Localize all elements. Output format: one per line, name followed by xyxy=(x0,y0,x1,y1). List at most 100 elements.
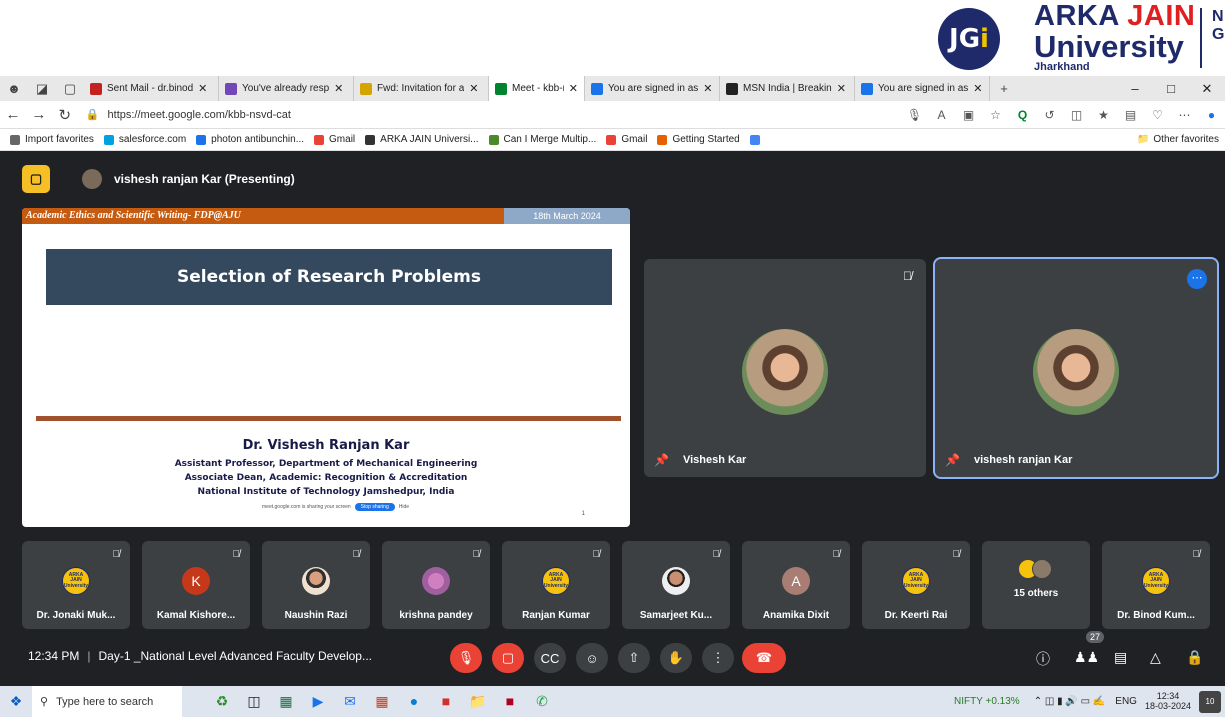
favorite-item[interactable]: Gmail xyxy=(606,134,647,145)
edge-icon[interactable]: ● xyxy=(398,693,430,710)
participant-tile-vishesh-kar[interactable]: 🎙̸ 📌 Vishesh Kar xyxy=(644,259,926,477)
tray-icons[interactable]: ⌃ ◫ ▮ 🔊 ▭ ✍ xyxy=(1034,696,1106,707)
more-icon[interactable]: ⋯ xyxy=(1171,108,1198,122)
participant-tile[interactable]: 🎙̸ ARKA JAIN University Dr. Jonaki Muk... xyxy=(22,541,130,629)
tab-close-icon[interactable]: ✕ xyxy=(703,82,712,95)
participant-tile[interactable]: 🎙̸ ARKA JAIN University Dr. Binod Kum... xyxy=(1102,541,1210,629)
participant-tile[interactable]: 🎙̸ krishna pandey xyxy=(382,541,490,629)
browser-tab[interactable]: Sent Mail - dr.binod ✕ xyxy=(84,76,219,101)
task-view-icon[interactable]: ◫ xyxy=(238,693,270,710)
presentation-icon[interactable]: ▢ xyxy=(22,165,50,193)
activities-icon[interactable]: △ xyxy=(1150,649,1161,666)
minimize-icon[interactable]: – xyxy=(1117,81,1153,97)
language-indicator[interactable]: ENG xyxy=(1115,696,1137,707)
url-field[interactable]: 🔒 https://meet.google.com/kbb-nsvd-cat xyxy=(86,104,901,126)
close-icon[interactable]: ✕ xyxy=(1189,81,1225,97)
browser-tab[interactable]: MSN India | Breakin ✕ xyxy=(720,76,855,101)
participant-tile[interactable]: 🎙̸ Naushin Razi xyxy=(262,541,370,629)
collections-icon[interactable]: ▤ xyxy=(1117,108,1144,122)
forward-icon[interactable]: → xyxy=(26,106,52,123)
raise-hand-button[interactable]: ✋ xyxy=(660,643,692,673)
notification-center-icon[interactable]: 10 xyxy=(1199,690,1221,713)
split-screen-icon[interactable]: ◫ xyxy=(1063,108,1090,122)
read-aloud-icon[interactable]: A xyxy=(928,108,955,122)
browser-tab[interactable]: You are signed in as ✕ xyxy=(855,76,990,101)
more-options-icon[interactable]: ⋯ xyxy=(1187,269,1207,289)
mic-toggle-button[interactable]: 🎙 xyxy=(450,643,482,673)
emoji-button[interactable]: ☺ xyxy=(576,643,608,673)
mail-icon[interactable]: ✉ xyxy=(334,693,366,710)
back-icon[interactable]: ← xyxy=(0,106,26,123)
media-icon[interactable]: ■ xyxy=(494,693,526,710)
refresh-extension-icon[interactable]: ↺ xyxy=(1036,108,1063,122)
whatsapp-icon[interactable]: ✆ xyxy=(526,693,558,710)
clock[interactable]: 12:34 18-03-2024 xyxy=(1145,691,1191,712)
acrobat-icon[interactable]: ■ xyxy=(430,693,462,710)
participant-tile[interactable]: 🎙̸ Samarjeet Ku... xyxy=(622,541,730,629)
browser-tab[interactable]: You've already resp ✕ xyxy=(219,76,354,101)
chat-icon[interactable]: ▤ xyxy=(1114,649,1127,666)
star-icon[interactable]: ☆ xyxy=(982,108,1009,122)
participant-tile[interactable]: 🎙̸ A Anamika Dixit xyxy=(742,541,850,629)
recycle-icon[interactable]: ♻ xyxy=(206,693,238,710)
favorite-item[interactable]: Getting Started xyxy=(657,134,740,145)
microphone-icon[interactable]: 🎙 xyxy=(901,108,928,122)
browser-tab[interactable]: Meet - kbb-ns ✕ xyxy=(489,76,585,101)
workspaces-icon[interactable]: ◪ xyxy=(28,81,56,97)
present-button[interactable]: ⇧ xyxy=(618,643,650,673)
favorite-item[interactable]: ARKA JAIN Universi... xyxy=(365,134,479,145)
participant-avatar xyxy=(422,567,450,595)
profile-icon[interactable]: ☻ xyxy=(0,81,28,96)
more-options-button[interactable]: ⋮ xyxy=(702,643,734,673)
powerpoint-icon[interactable]: ▦ xyxy=(366,693,398,710)
favorite-item[interactable] xyxy=(749,134,765,145)
browser-tab[interactable]: You are signed in as ✕ xyxy=(585,76,720,101)
tab-close-icon[interactable]: ✕ xyxy=(837,82,846,95)
hd-icon[interactable]: ▣ xyxy=(955,108,982,122)
excel-icon[interactable]: ▦ xyxy=(270,693,302,710)
participant-tile[interactable]: 🎙̸ ARKA JAIN University Dr. Keerti Rai xyxy=(862,541,970,629)
file-explorer-icon[interactable]: 📁 xyxy=(462,693,494,710)
taskbar-search[interactable]: ⚲ Type here to search xyxy=(32,686,182,717)
leave-call-button[interactable]: ☎ xyxy=(742,643,786,673)
tab-close-icon[interactable]: ✕ xyxy=(469,82,478,95)
tab-close-icon[interactable]: ✕ xyxy=(973,82,982,95)
favorites-icon[interactable]: ★ xyxy=(1090,108,1117,122)
windows-start-icon[interactable]: ❖ xyxy=(0,693,32,710)
tab-close-icon[interactable]: ✕ xyxy=(569,82,578,95)
maximize-icon[interactable]: □ xyxy=(1153,81,1189,97)
info-icon[interactable]: ⓘ xyxy=(1036,649,1050,669)
heart-icon[interactable]: ♡ xyxy=(1144,108,1171,122)
other-favorites[interactable]: 📁 Other favorites xyxy=(1137,134,1219,145)
participant-tile[interactable]: 🎙̸ ARKA JAIN University Ranjan Kumar xyxy=(502,541,610,629)
participant-name: Kamal Kishore... xyxy=(156,610,236,621)
extension-q-icon[interactable]: Q xyxy=(1009,108,1036,122)
favorite-item[interactable]: salesforce.com xyxy=(103,134,186,145)
refresh-icon[interactable]: ↻ xyxy=(52,106,78,124)
pin-icon[interactable]: 📌 xyxy=(945,453,960,467)
mic-off-icon: 🎙̸ xyxy=(232,549,241,560)
favorite-item[interactable]: Gmail xyxy=(314,134,355,145)
favorite-item[interactable]: photon antibunchin... xyxy=(196,134,304,145)
browser-tab[interactable]: Fwd: Invitation for a ✕ xyxy=(354,76,489,101)
nifty-ticker[interactable]: NIFTY +0.13% xyxy=(954,696,1020,707)
app-icon[interactable]: ▶ xyxy=(302,693,334,710)
slide-header: Academic Ethics and Scientific Writing- … xyxy=(22,208,504,224)
host-controls-icon[interactable]: 🔒 xyxy=(1186,649,1203,666)
stop-sharing-button[interactable]: Stop sharing xyxy=(354,503,395,511)
favorite-item[interactable]: Import favorites xyxy=(10,134,94,145)
new-tab-button[interactable]: + xyxy=(990,81,1018,96)
camera-toggle-button[interactable]: ▢ xyxy=(492,643,524,673)
favorite-item[interactable]: Can I Merge Multip... xyxy=(488,134,596,145)
tab-close-icon[interactable]: ✕ xyxy=(198,82,207,95)
copilot-icon[interactable]: ● xyxy=(1198,108,1225,122)
participant-tile-vishesh-ranjan-kar[interactable]: ⋯ 📌 vishesh ranjan Kar xyxy=(933,257,1219,479)
hide-button[interactable]: Hide xyxy=(399,504,409,510)
captions-button[interactable]: CC xyxy=(534,643,566,673)
pin-icon[interactable]: 📌 xyxy=(654,453,669,467)
participant-tile[interactable]: 15 others xyxy=(982,541,1090,629)
tab-close-icon[interactable]: ✕ xyxy=(334,82,343,95)
tab-actions-icon[interactable]: ▢ xyxy=(56,81,84,97)
participant-tile[interactable]: 🎙̸ K Kamal Kishore... xyxy=(142,541,250,629)
people-icon[interactable]: ♟♟ xyxy=(1074,649,1099,666)
